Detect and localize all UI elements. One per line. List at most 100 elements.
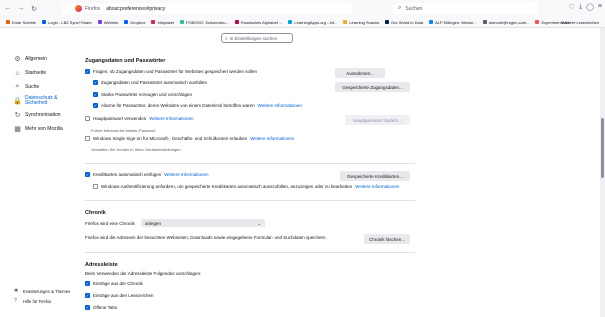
cc-auth-checkbox[interactable] xyxy=(93,184,98,189)
bookmark-item[interactable]: Infopaket xyxy=(151,19,174,25)
history-mode-row: Firefox wird eine Chronik xyxy=(85,221,135,226)
sidebar-item-help[interactable]: ? Hilfe für Firefox xyxy=(14,296,84,306)
bookmark-label: Learning Snacks xyxy=(349,19,380,25)
windows-sso-checkbox[interactable] xyxy=(85,136,90,141)
ask-save-row[interactable]: ✓ Fragen, ob Zugangsdaten und Passwörter… xyxy=(85,69,257,74)
find-placeholder: In Einstellungen suchen xyxy=(229,35,278,41)
history-mode-value: anlegen xyxy=(145,220,162,226)
ask-save-label: Fragen, ob Zugangsdaten und Passwörter f… xyxy=(93,69,258,74)
help-icon: ? xyxy=(14,298,17,304)
other-bookmarks[interactable]: Weitere Lesezeichen xyxy=(562,17,599,27)
bookmark-item[interactable]: LearningApps.org - Int... xyxy=(288,20,337,25)
windows-sso-link[interactable]: Weitere Informationen xyxy=(250,136,294,141)
cc-autofill-link[interactable]: Weitere Informationen xyxy=(164,172,208,177)
strong-passwords-row[interactable]: ✓ Starke Passwörter erzeugen und vorschl… xyxy=(93,92,192,97)
formerly-known-note: Früher bekannt als Master-Passwort xyxy=(91,128,156,133)
bookmark-favicon-icon xyxy=(179,20,184,24)
primary-password-link[interactable]: Weitere Informationen xyxy=(149,116,193,121)
scrollbar-thumb[interactable] xyxy=(601,118,604,178)
find-in-settings-input[interactable]: ⌕ In Einstellungen suchen xyxy=(221,33,293,43)
bookmark-favicon-icon xyxy=(151,20,156,24)
bookmark-item[interactable]: Dropbox xyxy=(124,20,145,25)
breach-alerts-label: Alarme für Passwörter, deren Websites vo… xyxy=(101,103,255,108)
saved-logins-button[interactable]: Gespeicherte Zugangsdaten... xyxy=(335,82,410,92)
bookmark-favicon-icon xyxy=(482,20,487,24)
home-icon: ⌂ xyxy=(15,69,20,77)
addressbar-description-text: Beim Verwenden der Adressleiste Folgende… xyxy=(85,271,202,276)
url-bar[interactable]: Firefox about:preferences#privacy xyxy=(62,3,352,14)
bookmark-label: Infopaket xyxy=(157,19,174,25)
suggest-bookmarks-label: Einträge aus den Lesezeichen xyxy=(93,293,154,298)
bookmark-label: Dropbox xyxy=(130,19,146,25)
bookmark-favicon-icon xyxy=(6,20,10,24)
suggest-bookmarks-checkbox[interactable]: ✓ xyxy=(85,293,90,298)
breach-alerts-link[interactable]: Weitere Informationen xyxy=(258,103,302,108)
bookmark-item[interactable]: Webinfo xyxy=(97,19,119,25)
other-bookmarks-label: Weitere Lesezeichen xyxy=(561,19,599,25)
bookmark-item[interactable]: Erste Schritte xyxy=(6,20,36,25)
autofill-label: Zugangsdaten und Passwörter automatisch … xyxy=(101,80,208,85)
back-icon[interactable]: ← xyxy=(3,4,13,14)
scrollbar[interactable] xyxy=(600,28,605,317)
bookmark-label: Erste Schritte xyxy=(12,19,37,25)
suggest-history-row[interactable]: ✓ Einträge aus der Chronik xyxy=(85,281,143,286)
mozilla-icon: ▦ xyxy=(14,126,21,133)
suggest-tabs-row[interactable]: ✓ Offene Tabs xyxy=(85,305,117,310)
section-divider xyxy=(85,252,415,253)
search-bar[interactable]: ⌕ Suchen xyxy=(393,3,538,14)
pocket-icon[interactable]: ♡ xyxy=(569,3,575,11)
sidebar-item-sync[interactable]: ↻ Synchronisation xyxy=(14,108,74,122)
bookmark-favicon-icon xyxy=(234,20,239,24)
sidebar-item-label: Erweiterungen & Themes xyxy=(23,288,71,294)
clear-history-button[interactable]: Chronik löschen... xyxy=(364,234,410,244)
sidebar-item-mozilla[interactable]: ▦ Mehr von Mozilla xyxy=(14,122,74,136)
bookmark-item[interactable]: domorel@regen.com... xyxy=(482,19,530,25)
bookmark-label: domorel@regen.com... xyxy=(488,19,530,25)
exceptions-button[interactable]: Ausnahmen... xyxy=(335,68,385,78)
sidebar-item-home[interactable]: ⌂ Startseite xyxy=(14,66,74,80)
sidebar-item-lock[interactable]: 🔒 Datenschutz & Sicherheit xyxy=(13,94,74,108)
cc-autofill-checkbox[interactable]: ✓ xyxy=(85,172,90,177)
bookmark-item[interactable]: Our World in Data xyxy=(385,20,423,25)
bookmark-item[interactable]: Learning Snacks xyxy=(343,20,379,25)
windows-sso-row[interactable]: Windows Single Sign-on für Microsoft-, G… xyxy=(85,136,294,141)
strong-passwords-checkbox[interactable]: ✓ xyxy=(93,92,98,97)
suggest-history-checkbox[interactable]: ✓ xyxy=(85,281,90,286)
ask-save-checkbox[interactable]: ✓ xyxy=(85,69,90,74)
primary-password-row[interactable]: Hauptpasswort verwenden Weitere Informat… xyxy=(85,116,193,121)
bookmark-item[interactable]: FOBOSO: Schulordnu... xyxy=(179,20,229,25)
download-icon[interactable]: ⤓ xyxy=(579,3,582,11)
sidebar-item-label: Hilfe für Firefox xyxy=(23,298,52,304)
primary-password-checkbox[interactable] xyxy=(85,116,90,121)
cc-auth-row[interactable]: Windows-Authentifizierung anfordern, um … xyxy=(93,184,399,189)
sidebar-item-gear[interactable]: ⚙ Allgemein xyxy=(14,52,74,66)
menu-icon[interactable]: ≡ xyxy=(598,3,602,11)
gear-icon: ⚙ xyxy=(14,56,21,63)
breach-alerts-row[interactable]: ✓ Alarme für Passwörter, deren Websites … xyxy=(93,103,302,108)
bookmark-item[interactable]: Login - LBZ Sync+Share xyxy=(42,20,92,25)
breach-alerts-checkbox[interactable]: ✓ xyxy=(93,103,98,108)
cc-autofill-row[interactable]: ✓ Kreditkarten automatisch einfügen Weit… xyxy=(85,172,209,177)
change-primary-password-button[interactable]: Hauptpasswort ändern... xyxy=(345,115,410,125)
history-mode-select[interactable]: anlegen ⌄ xyxy=(141,219,265,227)
suggest-tabs-checkbox[interactable]: ✓ xyxy=(85,305,90,310)
reload-icon[interactable]: ↻ xyxy=(29,4,39,14)
sidebar-item-puzzle[interactable]: ✱ Erweiterungen & Themes xyxy=(14,286,84,296)
forward-icon[interactable]: → xyxy=(16,4,26,14)
bookmark-favicon-icon xyxy=(385,20,390,24)
autofill-checkbox[interactable]: ✓ xyxy=(93,80,98,85)
cc-autofill-label: Kreditkarten automatisch einfügen xyxy=(93,172,162,177)
windows-sso-label: Windows Single Sign-on für Microsoft-, G… xyxy=(93,136,248,141)
sidebar-item-search[interactable]: ⌕ Suche xyxy=(14,80,74,94)
bookmark-label: Webinfo xyxy=(103,19,119,25)
autofill-row[interactable]: ✓ Zugangsdaten und Passwörter automatisc… xyxy=(93,80,207,85)
account-icon[interactable]: ◯ xyxy=(586,3,594,11)
saved-cards-button[interactable]: Gespeicherte Kreditkarten... xyxy=(340,171,410,181)
search-icon: ⌕ xyxy=(398,5,402,11)
bookmark-item[interactable]: Russisches Alphabet ... xyxy=(234,20,282,25)
cc-auth-link[interactable]: Weitere Informationen xyxy=(355,184,399,189)
sidebar-item-label: Datenschutz & Sicherheit xyxy=(25,95,58,106)
browser-name: Firefox xyxy=(85,5,101,12)
bookmark-item[interactable]: ALP Dillingen: Wecke... xyxy=(429,20,477,25)
suggest-bookmarks-row[interactable]: ✓ Einträge aus den Lesezeichen xyxy=(85,293,154,298)
